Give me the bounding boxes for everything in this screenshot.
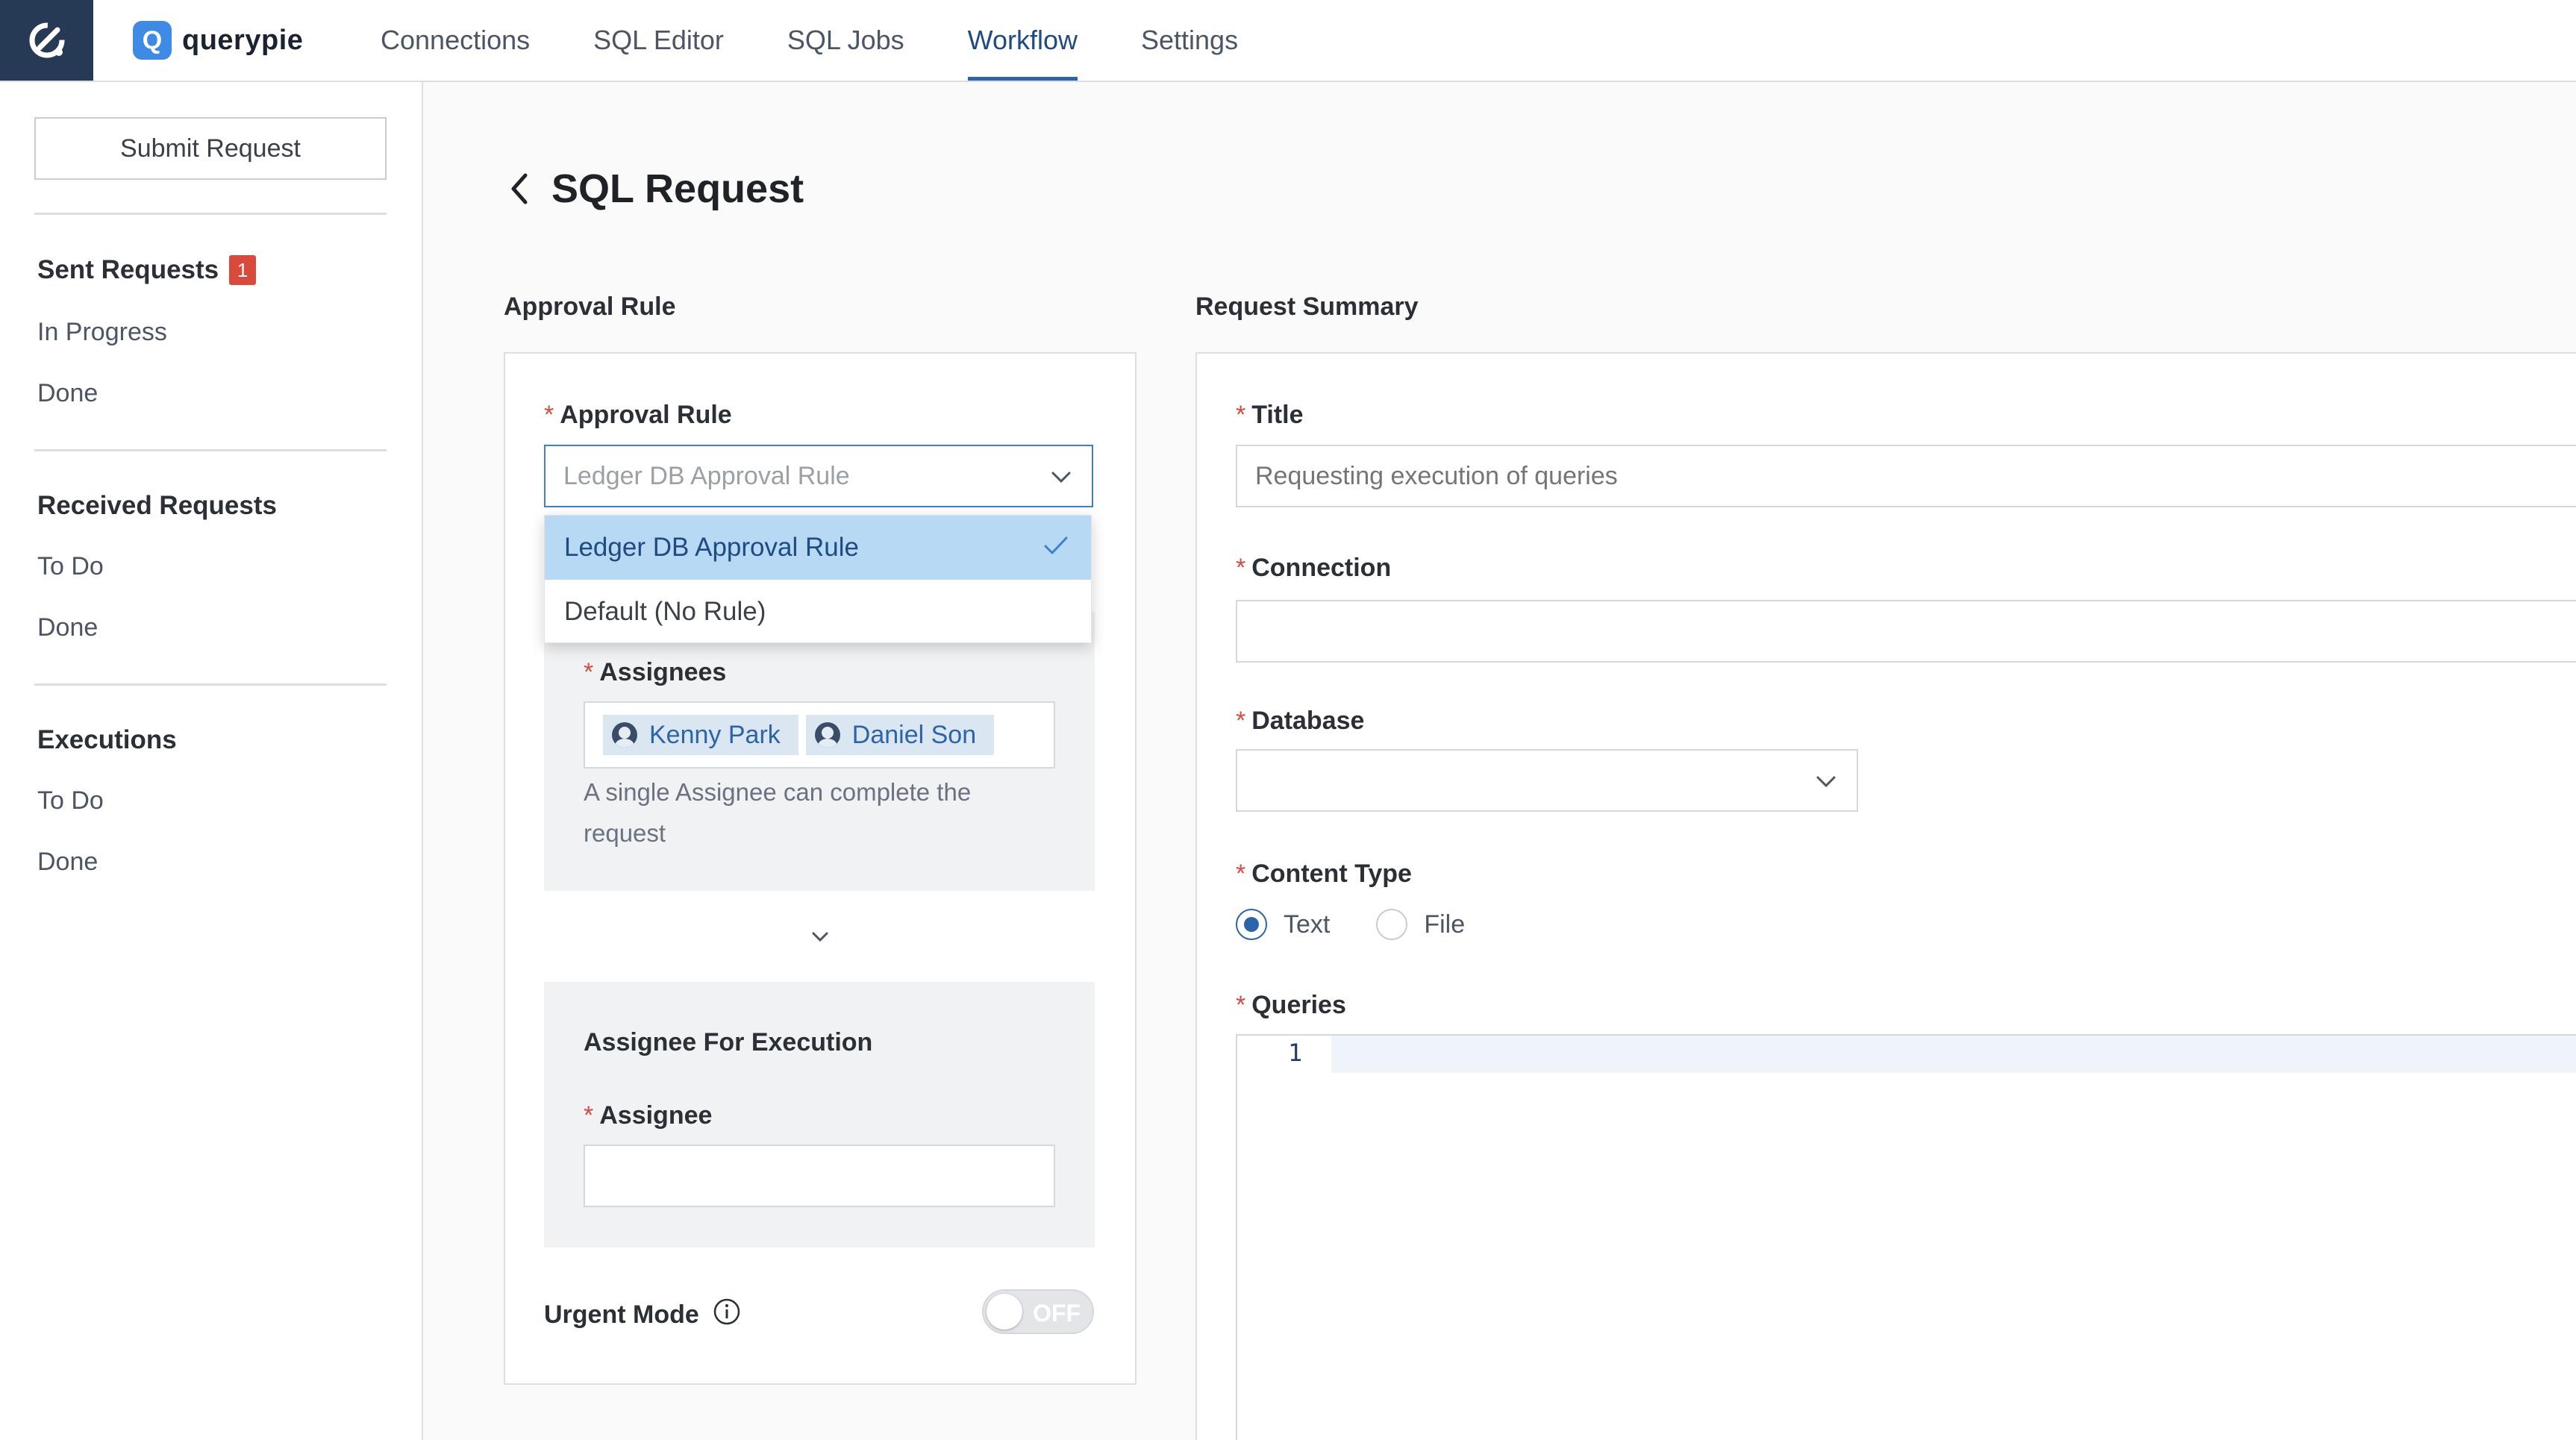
assignee-name: Kenny Park — [649, 720, 781, 749]
dropdown-option-label: Ledger DB Approval Rule — [564, 533, 859, 562]
sent-requests-label: Sent Requests — [37, 255, 219, 284]
request-summary-section-title: Request Summary — [1195, 292, 1419, 321]
sent-requests-badge: 1 — [229, 255, 257, 285]
assignee-chip[interactable]: Daniel Son — [805, 715, 995, 755]
chevron-down-icon — [1815, 770, 1837, 799]
urgent-mode-toggle[interactable]: OFF — [982, 1289, 1094, 1334]
querypie-logo-icon: Q — [133, 21, 172, 60]
content-type-radio-group: Text File — [1236, 909, 1465, 940]
check-icon — [1043, 533, 1069, 563]
dropdown-option-default[interactable]: Default (No Rule) — [545, 580, 1091, 644]
content-type-label: * Content Type — [1236, 860, 1412, 889]
approval-rule-section-title: Approval Rule — [504, 292, 676, 321]
queries-editor[interactable]: 1 — [1236, 1034, 2576, 1440]
line-number: 1 — [1288, 1039, 1303, 1067]
required-marker: * — [1236, 991, 1246, 1019]
urgent-mode-label: Urgent Mode — [544, 1300, 699, 1329]
brand-logo[interactable]: Q querypie — [133, 21, 303, 60]
sidebar-item-executions-todo[interactable]: To Do — [37, 786, 104, 816]
approval-rule-select-value: Ledger DB Approval Rule — [563, 461, 850, 490]
toggle-knob — [987, 1294, 1022, 1330]
sidebar-item-sent-done[interactable]: Done — [37, 379, 98, 408]
required-marker: * — [584, 658, 594, 686]
nav-workflow[interactable]: Workflow — [967, 0, 1078, 81]
connection-input[interactable] — [1236, 600, 2576, 663]
nav-sql-editor[interactable]: SQL Editor — [593, 0, 724, 81]
content-type-text-radio[interactable] — [1236, 909, 1267, 940]
execution-assignee-label: * Assignee — [584, 1101, 712, 1130]
approval-rule-label: * Approval Rule — [544, 401, 732, 430]
queries-label-text: Queries — [1251, 991, 1346, 1019]
assignee-name: Daniel Son — [851, 720, 977, 749]
approval-rule-label-text: Approval Rule — [560, 401, 732, 429]
dropdown-option-ledger-db[interactable]: Ledger DB Approval Rule — [545, 516, 1091, 580]
expand-chevron-icon[interactable] — [809, 925, 831, 951]
top-navigation-bar: Q querypie Connections SQL Editor SQL Jo… — [0, 0, 2576, 82]
sidebar-divider — [34, 213, 387, 215]
required-marker: * — [1236, 707, 1246, 735]
database-label: * Database — [1236, 707, 1364, 736]
main-nav: Connections SQL Editor SQL Jobs Workflow… — [381, 0, 1301, 81]
connection-label-text: Connection — [1251, 554, 1392, 582]
execution-assignee-label-text: Assignee — [599, 1101, 713, 1130]
back-arrow-icon[interactable] — [504, 166, 534, 211]
page-header: SQL Request — [504, 166, 804, 212]
content-type-text-label[interactable]: Text — [1284, 910, 1330, 939]
sidebar-divider — [34, 683, 387, 686]
database-label-text: Database — [1251, 707, 1365, 735]
approval-rule-dropdown-menu: Ledger DB Approval Rule Default (No Rule… — [544, 515, 1092, 643]
workflow-sidebar: Submit Request Sent Requests 1 In Progre… — [0, 82, 423, 1440]
sidebar-item-executions-done[interactable]: Done — [37, 848, 98, 877]
assignees-help-text: A single Assignee can complete the reque… — [584, 778, 972, 847]
content-type-file-label[interactable]: File — [1424, 910, 1465, 939]
chevron-down-icon — [1050, 466, 1072, 495]
page-title: SQL Request — [551, 166, 804, 211]
assignees-field[interactable]: Kenny Park Daniel Son — [584, 701, 1055, 768]
sent-requests-heading[interactable]: Sent Requests 1 — [37, 255, 257, 285]
active-line-highlight — [1331, 1036, 2576, 1073]
database-select[interactable] — [1236, 749, 1858, 812]
brand-name: querypie — [182, 24, 304, 56]
content-type-label-text: Content Type — [1251, 860, 1412, 888]
sidebar-item-received-todo[interactable]: To Do — [37, 552, 104, 581]
submit-request-button[interactable]: Submit Request — [34, 117, 387, 180]
dropdown-option-label: Default (No Rule) — [564, 597, 766, 626]
toggle-state-text: OFF — [1033, 1300, 1081, 1327]
content-type-file-radio[interactable] — [1376, 909, 1408, 940]
app-switcher-icon[interactable] — [0, 0, 93, 81]
approval-rule-select[interactable]: Ledger DB Approval Rule — [544, 445, 1093, 507]
assignees-label-text: Assignees — [599, 658, 727, 686]
connection-label: * Connection — [1236, 554, 1391, 583]
executions-heading[interactable]: Executions — [37, 725, 177, 755]
execution-panel-title: Assignee For Execution — [584, 1028, 873, 1056]
sidebar-divider — [34, 449, 387, 451]
assignees-label: * Assignees — [584, 658, 726, 687]
title-label-text: Title — [1251, 401, 1304, 429]
required-marker: * — [544, 401, 554, 429]
required-marker: * — [584, 1101, 594, 1130]
nav-settings[interactable]: Settings — [1141, 0, 1238, 81]
nav-connections[interactable]: Connections — [381, 0, 530, 81]
execution-assignee-input[interactable] — [584, 1145, 1055, 1207]
info-icon[interactable] — [713, 1297, 741, 1333]
sidebar-item-sent-in-progress[interactable]: In Progress — [37, 318, 167, 347]
received-requests-heading[interactable]: Received Requests — [37, 491, 277, 521]
sidebar-item-received-done[interactable]: Done — [37, 613, 98, 642]
required-marker: * — [1236, 554, 1246, 582]
avatar — [814, 722, 840, 748]
avatar — [612, 722, 637, 748]
title-input[interactable] — [1236, 445, 2576, 507]
queries-label: * Queries — [1236, 991, 1346, 1020]
title-label: * Title — [1236, 401, 1304, 430]
nav-sql-jobs[interactable]: SQL Jobs — [787, 0, 904, 81]
required-marker: * — [1236, 860, 1246, 888]
urgent-mode-row: Urgent Mode — [544, 1297, 741, 1333]
required-marker: * — [1236, 401, 1246, 429]
assignee-chip[interactable]: Kenny Park — [603, 715, 798, 755]
